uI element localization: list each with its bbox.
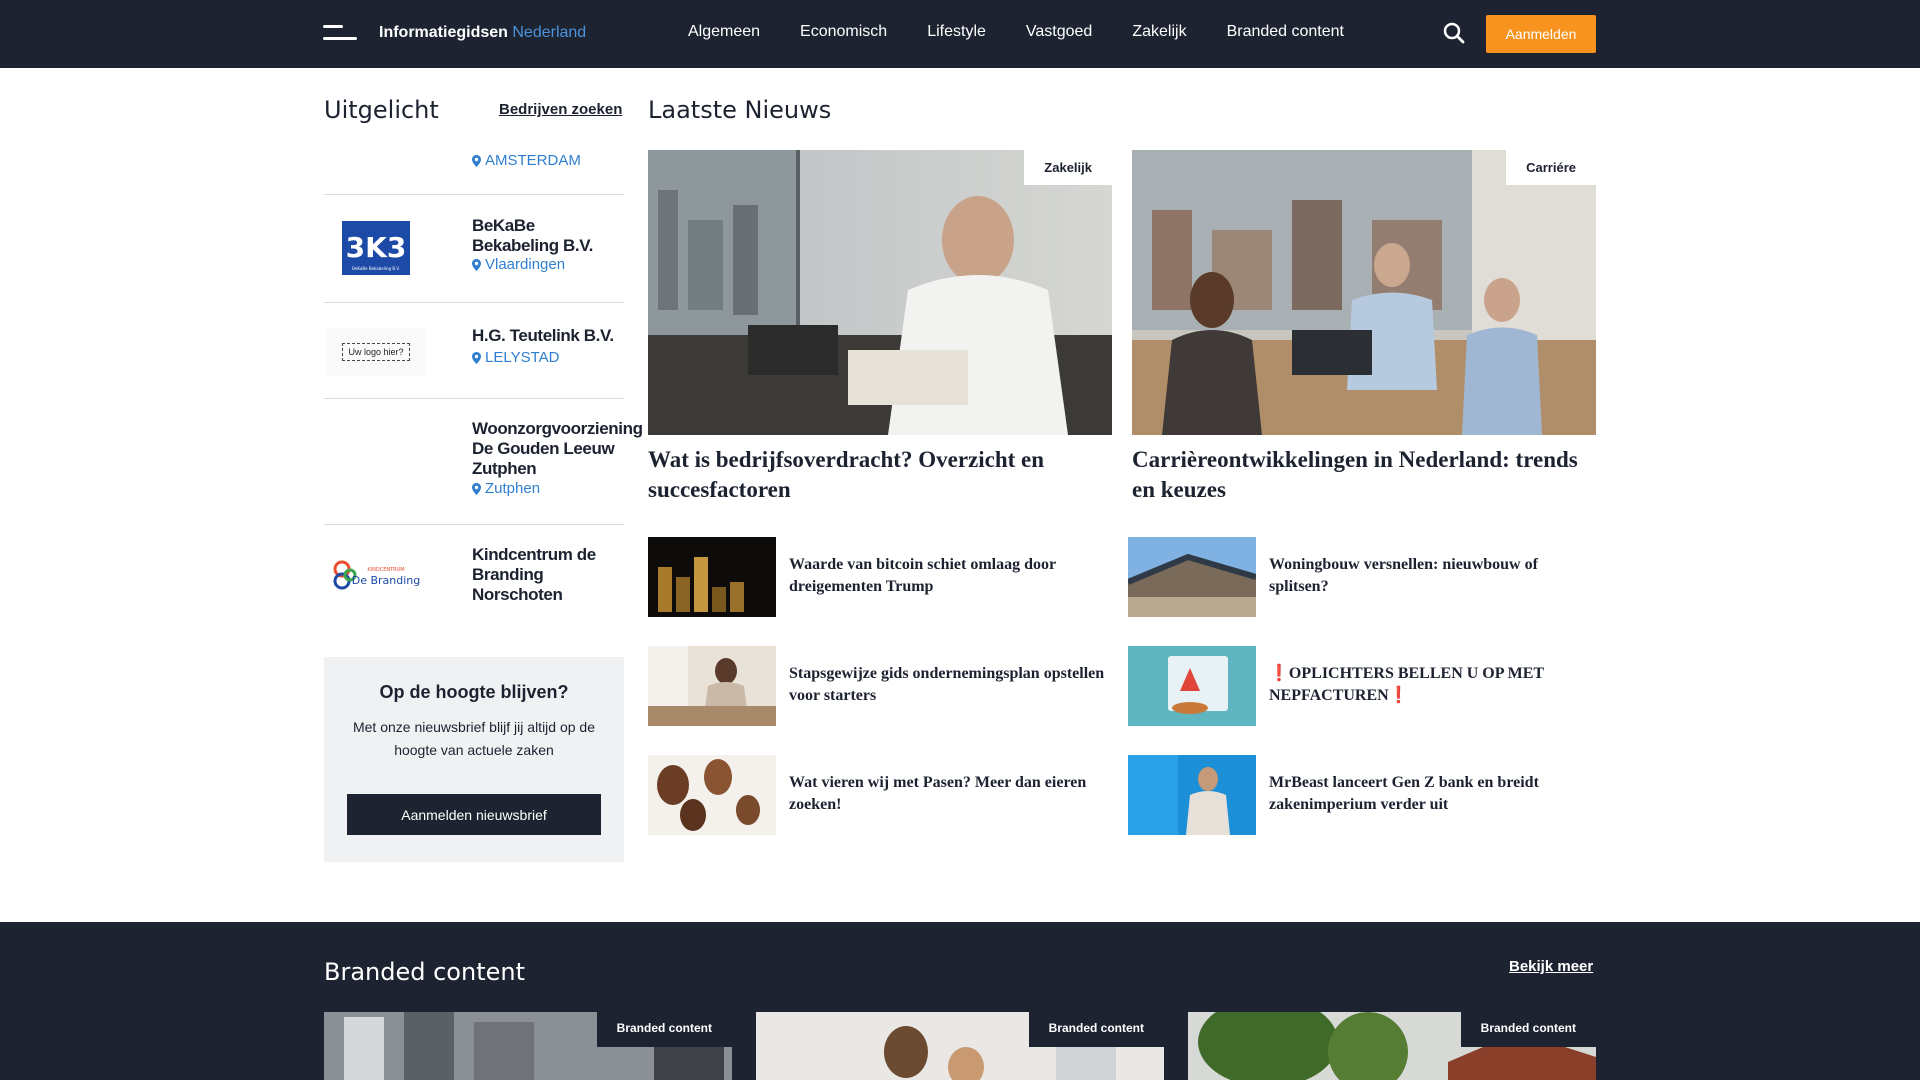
news-item[interactable]: MrBeast lanceert Gen Z bank en breidt za… (1128, 755, 1598, 835)
location-pin-icon (472, 482, 481, 495)
brand-accent: Nederland (512, 24, 587, 41)
news-title[interactable]: Woningbouw versnellen: nieuwbouw of spli… (1269, 554, 1599, 598)
signup-button[interactable]: Aanmelden (1486, 15, 1596, 53)
branded-card[interactable]: Branded content (756, 1012, 1164, 1080)
company-location: LELYSTAD (472, 349, 559, 366)
news-thumbnail[interactable] (648, 646, 776, 726)
news-item[interactable]: Waarde van bitcoin schiet omlaag door dr… (648, 537, 1118, 617)
brand-name: Informatiegidsen (379, 24, 508, 41)
nav-item-branded-content[interactable]: Branded content (1227, 21, 1344, 43)
newsletter-text: Met onze nieuwsbrief blijf jij altijd op… (352, 719, 595, 758)
company-name: BeKaBe Bekabeling B.V. (472, 216, 593, 255)
company-name: H.G. Teutelink B.V. (472, 326, 614, 345)
branded-tag: Branded content (1028, 1012, 1164, 1047)
news-title[interactable]: MrBeast lanceert Gen Z bank en breidt za… (1269, 772, 1599, 816)
company-listing[interactable]: Woonzorgvoorziening De Gouden Leeuw Zutp… (324, 399, 643, 525)
branded-card[interactable]: Branded content (1188, 1012, 1596, 1080)
branded-card[interactable]: Branded content (324, 1012, 732, 1080)
branded-tag: Branded content (596, 1012, 732, 1047)
news-thumbnail[interactable] (1128, 646, 1256, 726)
location-pin-icon (472, 258, 481, 271)
company-city: Zutphen (485, 480, 541, 497)
search-companies-link[interactable]: Bedrijven zoeken (499, 101, 622, 118)
branded-tag: Branded content (1460, 1012, 1596, 1047)
site-logo[interactable]: Informatiegidsen Nederland (379, 22, 586, 44)
news-item[interactable]: Stapsgewijze gids ondernemingsplan opste… (648, 646, 1118, 726)
branded-content-heading: Branded content (324, 958, 525, 986)
company-city: AMSTERDAM (485, 152, 581, 169)
news-title[interactable]: Waarde van bitcoin schiet omlaag door dr… (789, 554, 1119, 598)
newsletter-box: Op de hoogte blijven? Met onze nieuwsbri… (324, 657, 624, 862)
company-logo: 3K3 BeKaBe Bekabeling B.V. (324, 221, 428, 275)
logo-wordmark: De Branding (352, 574, 421, 587)
branded-content-section: Branded content Bekijk meer Branded cont… (0, 922, 1920, 1080)
company-listing[interactable]: Uw logo hier? H.G. Teutelink B.V. LELYST… (324, 303, 624, 399)
top-navigation-bar: Informatiegidsen Nederland Algemeen Econ… (0, 0, 1920, 68)
logo-wordmark: 3K3 (346, 231, 407, 264)
company-city: Vlaardingen (485, 256, 566, 273)
article-image[interactable] (648, 150, 1112, 435)
location-pin-icon (472, 351, 481, 364)
company-location: AMSTERDAM (472, 152, 581, 169)
company-location: Vlaardingen (472, 256, 565, 273)
company-listing[interactable]: KINDCENTRUM De Branding Kindcentrum de B… (324, 525, 624, 621)
nav-item-zakelijk[interactable]: Zakelijk (1132, 21, 1186, 43)
location-pin-icon (472, 154, 481, 167)
news-title[interactable]: Stapsgewijze gids ondernemingsplan opste… (789, 663, 1119, 707)
company-city: LELYSTAD (485, 349, 560, 366)
nav-item-algemeen[interactable]: Algemeen (688, 21, 760, 43)
article-title[interactable]: Carrièreontwikkelingen in Nederland: tre… (1132, 445, 1596, 505)
company-name: Woonzorgvoorziening De Gouden Leeuw Zutp… (472, 419, 643, 478)
news-item[interactable]: Woningbouw versnellen: nieuwbouw of spli… (1128, 537, 1598, 617)
article-image[interactable] (1132, 150, 1596, 435)
news-item[interactable]: Wat vieren wij met Pasen? Meer dan eiere… (648, 755, 1118, 835)
newsletter-signup-button[interactable]: Aanmelden nieuwsbrief (347, 794, 601, 835)
company-name: Kindcentrum de Branding Norschoten (472, 545, 596, 604)
company-listing[interactable]: AMSTERDAM (324, 148, 624, 195)
menu-icon[interactable] (323, 25, 357, 43)
news-thumbnail[interactable] (1128, 537, 1256, 617)
news-item[interactable]: ❗OPLICHTERS BELLEN U OP MET NEPFACTUREN❗ (1128, 646, 1598, 726)
company-location: Zutphen (472, 480, 540, 497)
article-title[interactable]: Wat is bedrijfsoverdracht? Overzicht en … (648, 445, 1112, 505)
company-listing[interactable]: 3K3 BeKaBe Bekabeling B.V. BeKaBe Bekabe… (324, 195, 624, 303)
company-logo: Uw logo hier? (324, 328, 428, 376)
news-thumbnail[interactable] (648, 755, 776, 835)
category-tag[interactable]: Zakelijk (1024, 150, 1112, 185)
newsletter-title: Op de hoogte blijven? (379, 682, 569, 702)
featured-heading: Uitgelicht (324, 96, 439, 124)
nav-item-vastgoed[interactable]: Vastgoed (1026, 21, 1092, 43)
news-thumbnail[interactable] (648, 537, 776, 617)
view-more-link[interactable]: Bekijk meer (1509, 958, 1593, 975)
logo-subtext: BeKaBe Bekabeling B.V. (352, 266, 400, 271)
nav-item-lifestyle[interactable]: Lifestyle (927, 21, 986, 43)
category-tag[interactable]: Carriére (1506, 150, 1596, 185)
logo-toptext: KINDCENTRUM (367, 567, 404, 573)
news-title[interactable]: Wat vieren wij met Pasen? Meer dan eiere… (789, 772, 1119, 816)
nav-item-economisch[interactable]: Economisch (800, 21, 887, 43)
company-logo: KINDCENTRUM De Branding (324, 547, 428, 603)
news-title[interactable]: ❗OPLICHTERS BELLEN U OP MET NEPFACTUREN❗ (1269, 663, 1599, 707)
search-icon[interactable] (1442, 21, 1466, 45)
latest-news-heading: Laatste Nieuws (648, 96, 832, 124)
main-nav: Algemeen Economisch Lifestyle Vastgoed Z… (688, 21, 1384, 43)
news-thumbnail[interactable] (1128, 755, 1256, 835)
logo-placeholder: Uw logo hier? (342, 343, 410, 361)
